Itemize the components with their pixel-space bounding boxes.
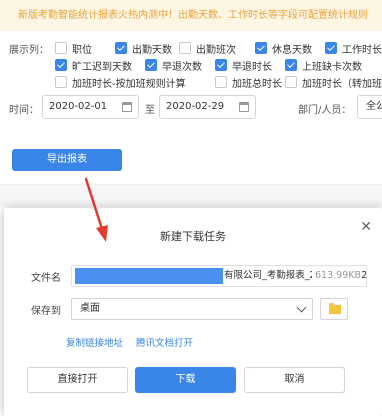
checkbox-work-hours[interactable]: 工作时长 bbox=[325, 40, 382, 56]
end-date-input[interactable]: 2020-02-29 bbox=[159, 95, 256, 119]
checkbox-attendance-shifts[interactable]: 出勤班次 bbox=[179, 40, 236, 56]
calendar-icon bbox=[122, 102, 132, 112]
checkbox-attendance-days[interactable]: 出勤天数 bbox=[115, 40, 172, 56]
download-dialog: 新建下载任务 ✕ 文件名 有限公司_考勤报表_20200201-202 613.… bbox=[4, 208, 382, 416]
checkbox-box[interactable] bbox=[55, 42, 67, 54]
checkbox-box[interactable] bbox=[215, 76, 227, 88]
dialog-title: 新建下载任务 bbox=[160, 230, 226, 243]
notice-banner: 新版考勤智能统计报表火热内测中！出勤天数、工作时长等字段可配置统计规则 bbox=[0, 0, 382, 31]
checkbox-rest-days[interactable]: 休息天数 bbox=[255, 40, 312, 56]
browse-folder-button[interactable] bbox=[320, 298, 348, 320]
calendar-icon bbox=[239, 102, 249, 112]
cancel-button[interactable]: 取消 bbox=[244, 367, 345, 393]
checkbox-early-leave-count[interactable]: 早退次数 bbox=[145, 57, 202, 73]
file-size: 613.99KB bbox=[312, 266, 361, 286]
checkbox-box-checked[interactable] bbox=[115, 42, 127, 54]
folder-icon bbox=[329, 303, 341, 314]
checkbox-absent-late-days[interactable]: 旷工迟到天数 bbox=[55, 57, 132, 73]
checkbox-box-checked[interactable] bbox=[55, 59, 67, 71]
checkbox-early-leave-hours[interactable]: 早退时长 bbox=[215, 57, 272, 73]
checkbox-box-checked[interactable] bbox=[145, 59, 157, 71]
time-filter-row: 时间： 2020-02-01 至 2020-02-29 部门/人员： 全公 bbox=[9, 95, 382, 121]
checkbox-box[interactable] bbox=[179, 42, 191, 54]
chevron-down-icon bbox=[296, 302, 307, 313]
checkbox-overtime-by-rule[interactable]: 加班时长-按加班规则计算 bbox=[55, 74, 186, 90]
save-to-label: 保存到 bbox=[31, 306, 61, 317]
table-header bbox=[0, 184, 382, 206]
checkbox-box-checked[interactable] bbox=[325, 42, 337, 54]
download-button[interactable]: 下载 bbox=[135, 367, 236, 393]
close-icon[interactable]: ✕ bbox=[360, 220, 372, 234]
checkbox-box-checked[interactable] bbox=[255, 42, 267, 54]
export-report-button[interactable]: 导出报表 bbox=[12, 149, 122, 171]
checkbox-box-checked[interactable] bbox=[285, 59, 297, 71]
checkbox-position[interactable]: 职位 bbox=[55, 40, 92, 56]
dept-label: 部门/人员： bbox=[298, 105, 352, 116]
columns-label: 展示列： bbox=[9, 45, 49, 56]
text-selection-highlight bbox=[75, 268, 223, 284]
file-name-input[interactable]: 有限公司_考勤报表_20200201-202 613.99KB bbox=[71, 265, 367, 287]
checkbox-missing-clockin[interactable]: 上班缺卡次数 bbox=[285, 57, 362, 73]
checkbox-box[interactable] bbox=[285, 76, 297, 88]
open-directly-button[interactable]: 直接打开 bbox=[27, 367, 128, 393]
start-date-input[interactable]: 2020-02-01 bbox=[42, 95, 139, 119]
checkbox-overtime-converted[interactable]: 加班时长（转加班 bbox=[285, 74, 382, 90]
open-in-tencent-docs-link[interactable]: 腾讯文档打开 bbox=[136, 335, 193, 349]
notice-text: 新版考勤智能统计报表火热内测中！出勤天数、工作时长等字段可配置统计规则 bbox=[18, 10, 368, 21]
file-name-label: 文件名 bbox=[31, 273, 61, 284]
checkbox-box[interactable] bbox=[55, 76, 67, 88]
copy-link-button[interactable]: 复制链接地址 bbox=[66, 335, 123, 349]
checkbox-overtime-total[interactable]: 加班总时长 bbox=[215, 74, 282, 90]
dept-select[interactable]: 全公 bbox=[357, 95, 382, 119]
checkbox-box-checked[interactable] bbox=[215, 59, 227, 71]
save-location-select[interactable]: 桌面 bbox=[71, 298, 313, 320]
to-label: 至 bbox=[145, 105, 155, 116]
time-label: 时间： bbox=[9, 105, 39, 116]
